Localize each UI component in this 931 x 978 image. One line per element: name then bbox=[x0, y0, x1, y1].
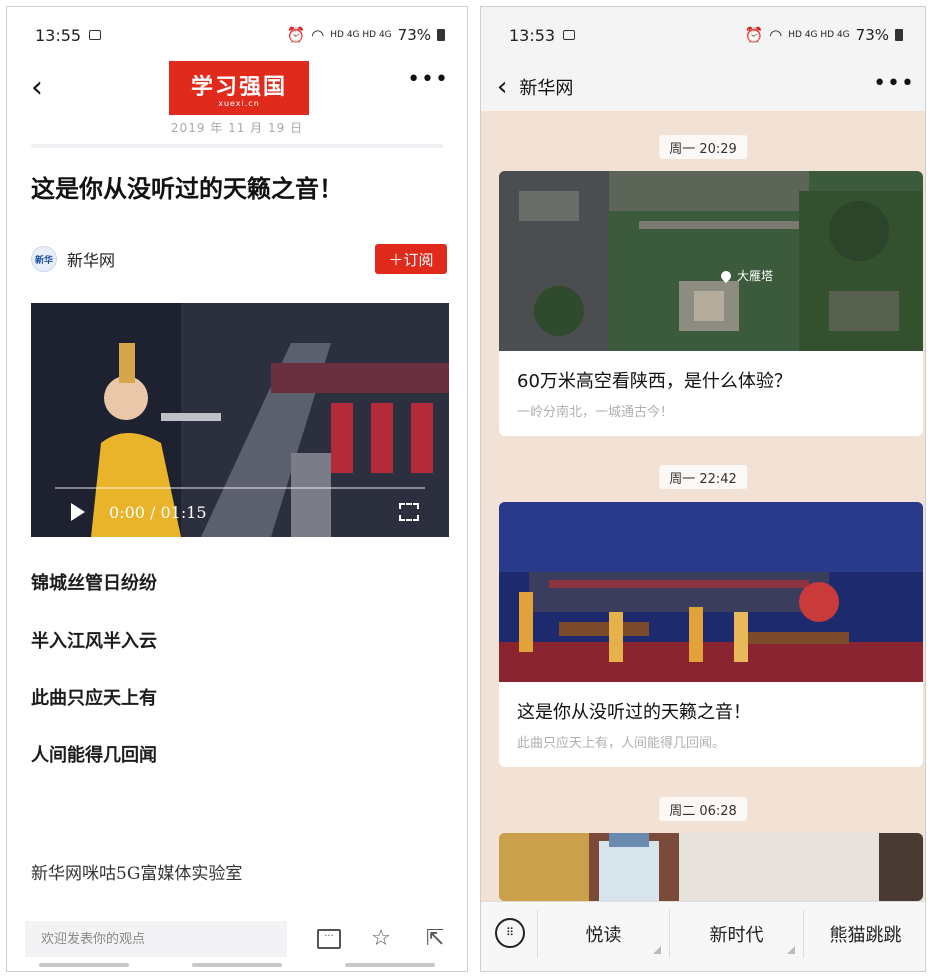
chat-title: 新华网 bbox=[519, 78, 574, 99]
status-time: 13:53 bbox=[509, 25, 556, 45]
status-indicators: ⏰ ◠ HD 4G HD 4G 73% bbox=[286, 26, 445, 44]
card-cover-image: 大雁塔 bbox=[499, 171, 923, 351]
top-bar: ‹ 学习强国 xuexi.cn ••• bbox=[7, 59, 467, 121]
article-card[interactable]: 这是你从没听过的天籁之音！ 此曲只应天上有，人间能得几回闻。 bbox=[499, 502, 923, 767]
article-title: 这是你从没听过的天籁之音！ bbox=[31, 174, 343, 203]
comment-input[interactable] bbox=[25, 921, 287, 957]
location-pin-icon bbox=[718, 268, 734, 283]
nav-handle[interactable] bbox=[191, 963, 282, 967]
card-cover-image bbox=[499, 502, 923, 682]
message-time: 周二 06:28 bbox=[659, 797, 747, 821]
article-date: 2019 年 11 月 19 日 bbox=[170, 121, 304, 135]
xuexi-article-screen: 13:55 ⏰ ◠ HD 4G HD 4G 73% ‹ 学习强国 xuexi.c… bbox=[6, 6, 468, 972]
battery-icon bbox=[895, 29, 903, 41]
video-progress-bar[interactable] bbox=[55, 487, 425, 489]
source-logo-icon: 新华 bbox=[31, 246, 57, 272]
back-arrow-icon[interactable]: ‹ bbox=[497, 74, 507, 100]
alarm-icon: ⏰ bbox=[744, 26, 764, 44]
battery-level: 73% bbox=[397, 26, 431, 44]
chat-header: ‹ 新华网 ••• bbox=[481, 63, 925, 111]
submenu-corner-icon bbox=[787, 946, 795, 954]
subscribe-button[interactable]: ＋订阅 bbox=[375, 244, 447, 274]
poem-line: 锦城丝管日纷纷 bbox=[31, 573, 157, 594]
aerial-map-image bbox=[499, 171, 923, 351]
menu-item-label: 新时代 bbox=[709, 925, 764, 946]
keyboard-icon[interactable]: ⠿ bbox=[495, 918, 525, 948]
signal-label: HD 4G HD 4G bbox=[788, 30, 850, 40]
source-name[interactable]: 新华网 bbox=[67, 247, 115, 271]
menu-item-yuedu[interactable]: 悦读 bbox=[537, 910, 669, 958]
play-icon[interactable] bbox=[71, 503, 85, 521]
source-row: 新华 新华网 ＋订阅 bbox=[31, 243, 447, 275]
menu-bar: ⠿ 悦读 新时代 熊猫跳跳 bbox=[481, 901, 925, 971]
card-subtitle: 此曲只应天上有，人间能得几回闻。 bbox=[517, 736, 726, 751]
status-bar: 13:53 ⏰ ◠ HD 4G HD 4G 73% bbox=[481, 7, 925, 63]
menu-item-label: 悦读 bbox=[585, 925, 622, 946]
gallery-icon bbox=[563, 30, 576, 40]
more-icon[interactable]: ••• bbox=[407, 67, 449, 92]
submenu-corner-icon bbox=[653, 946, 661, 954]
logo-sub: xuexi.cn bbox=[218, 98, 260, 108]
video-time: 0:00 / 01:15 bbox=[109, 503, 207, 522]
lab-photo-image bbox=[499, 833, 923, 901]
concert-image bbox=[499, 502, 923, 682]
menu-item-xiongmao[interactable]: 熊猫跳跳 bbox=[803, 910, 925, 958]
wifi-icon: ◠ bbox=[769, 26, 783, 44]
menu-item-xinshidai[interactable]: 新时代 bbox=[669, 910, 803, 958]
card-title: 这是你从没听过的天籁之音！ bbox=[517, 702, 751, 723]
article-card[interactable]: 大雁塔 60万米高空看陕西，是什么体验？ 一岭分南北，一城通古今！ bbox=[499, 171, 923, 436]
divider bbox=[31, 144, 443, 148]
nav-handle[interactable] bbox=[345, 963, 436, 967]
wifi-icon: ◠ bbox=[311, 26, 325, 44]
bottom-action-bar: ··· ☆ ⇱ bbox=[7, 915, 467, 963]
map-pin: 大雁塔 bbox=[718, 267, 774, 284]
poem-line: 人间能得几回闻 bbox=[31, 745, 157, 766]
card-subtitle: 一岭分南北，一城通古今！ bbox=[517, 405, 674, 420]
alarm-icon: ⏰ bbox=[286, 26, 306, 44]
xuexi-logo: 学习强国 xuexi.cn bbox=[169, 61, 309, 115]
video-player[interactable]: 0:00 / 01:15 bbox=[31, 303, 449, 537]
more-icon[interactable]: ••• bbox=[873, 71, 915, 96]
logo-text: 学习强国 bbox=[190, 73, 287, 100]
star-icon[interactable]: ☆ bbox=[369, 927, 393, 951]
message-time: 周一 20:29 bbox=[659, 135, 747, 159]
poem-line: 此曲只应天上有 bbox=[31, 688, 157, 709]
signal-label: HD 4G HD 4G bbox=[330, 30, 392, 40]
status-indicators: ⏰ ◠ HD 4G HD 4G 73% bbox=[744, 26, 903, 44]
comment-icon[interactable]: ··· bbox=[317, 929, 341, 949]
nav-handle[interactable] bbox=[38, 963, 129, 967]
card-cover-image bbox=[499, 833, 923, 901]
wechat-account-screen: 13:53 ⏰ ◠ HD 4G HD 4G 73% ‹ 新华网 ••• 周一 2… bbox=[480, 6, 926, 972]
card-title: 60万米高空看陕西，是什么体验？ bbox=[517, 371, 792, 392]
battery-icon bbox=[437, 29, 445, 41]
battery-level: 73% bbox=[855, 26, 889, 44]
message-time: 周一 22:42 bbox=[659, 465, 747, 489]
back-arrow-icon[interactable]: ‹ bbox=[31, 73, 43, 103]
status-time: 13:55 bbox=[35, 25, 82, 45]
system-nav bbox=[7, 963, 467, 969]
status-bar: 13:55 ⏰ ◠ HD 4G HD 4G 73% bbox=[7, 7, 467, 63]
poem-line: 半入江风半入云 bbox=[31, 631, 157, 652]
gallery-icon bbox=[89, 30, 102, 40]
share-icon[interactable]: ⇱ bbox=[423, 927, 447, 951]
article-card[interactable] bbox=[499, 833, 923, 901]
lab-credit: 新华网咪咕5G富媒体实验室 bbox=[31, 864, 243, 884]
fullscreen-icon[interactable] bbox=[399, 503, 419, 521]
menu-item-label: 熊猫跳跳 bbox=[829, 925, 902, 946]
video-frame bbox=[31, 303, 449, 537]
map-pin-label: 大雁塔 bbox=[737, 269, 774, 283]
